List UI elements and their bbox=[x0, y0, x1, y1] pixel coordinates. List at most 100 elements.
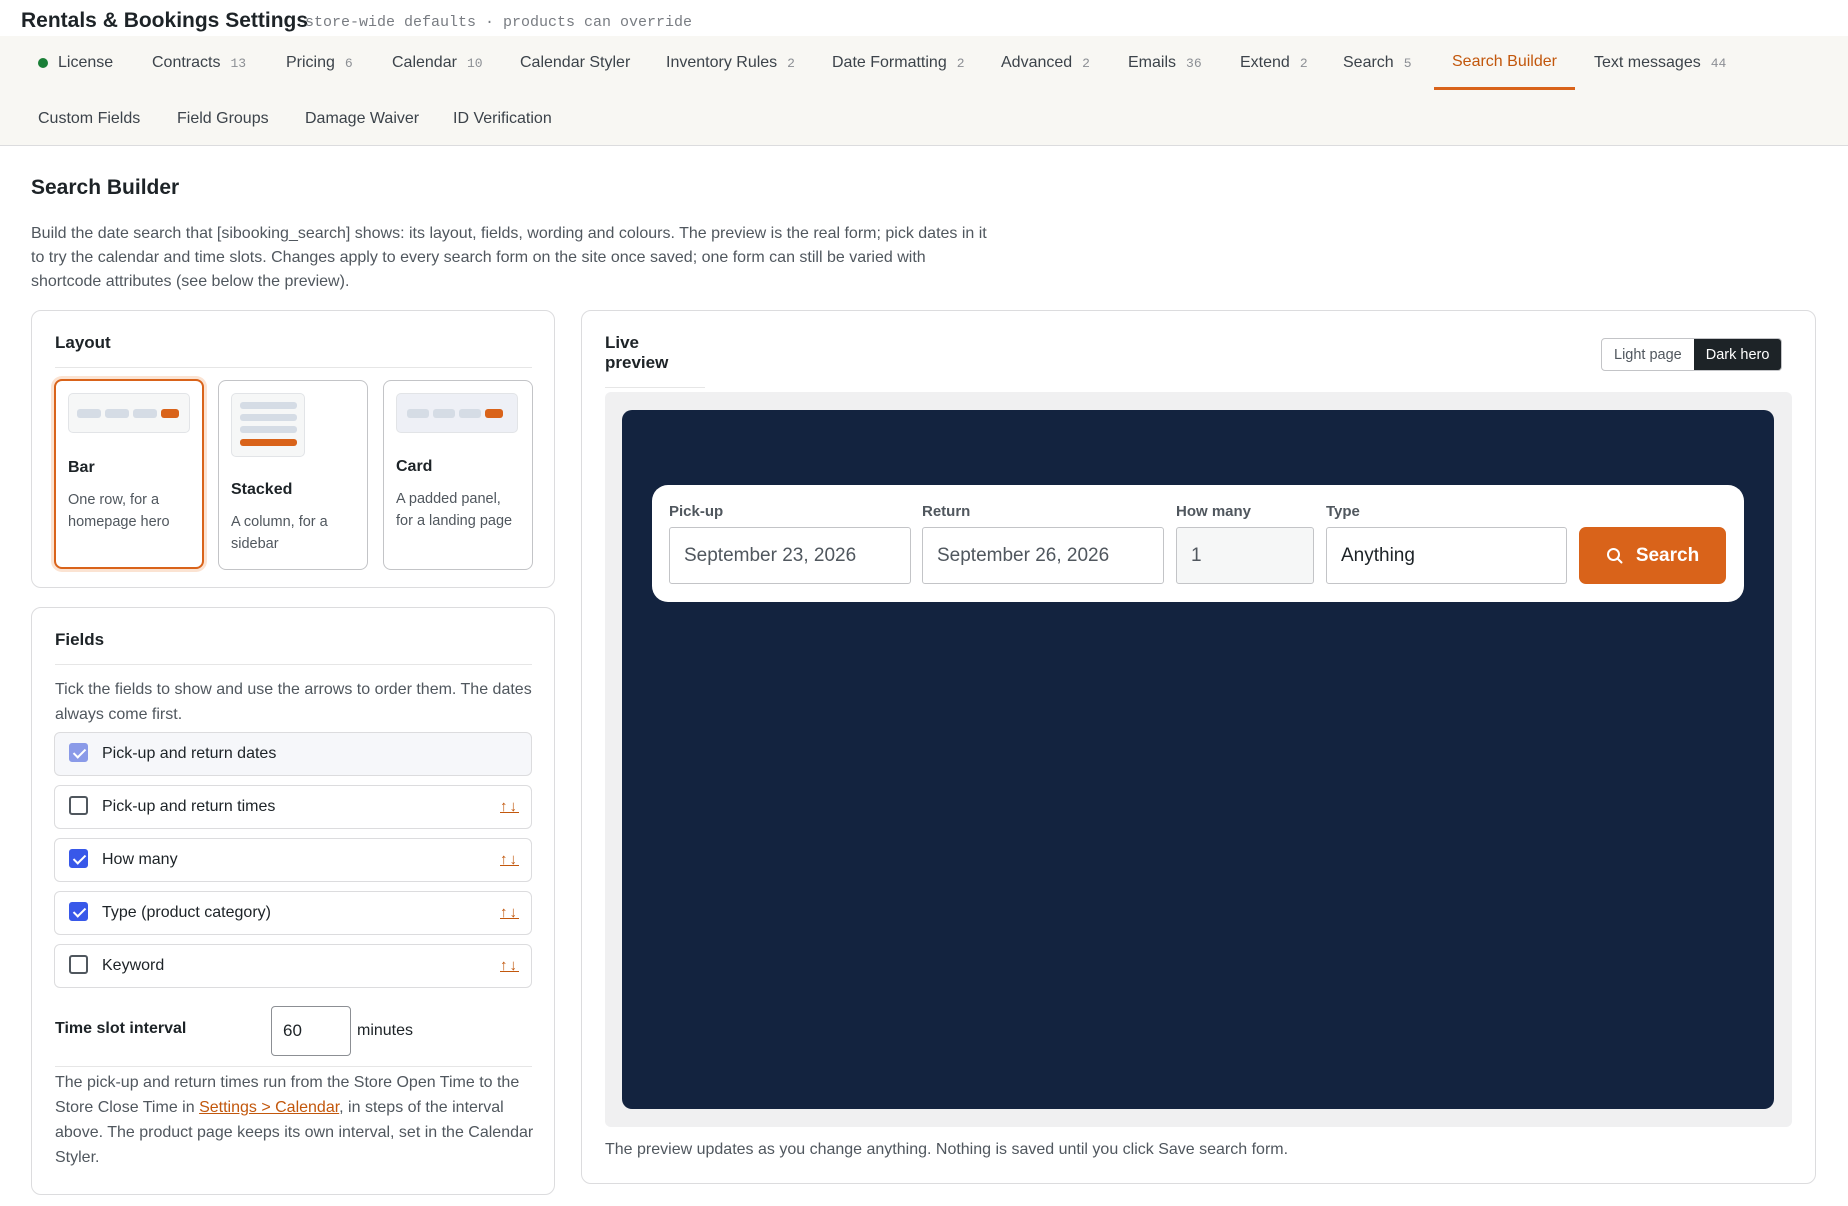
tab-label: Calendar bbox=[392, 54, 457, 71]
tab-count: 5 bbox=[1403, 55, 1412, 71]
layout-option-name: Card bbox=[396, 458, 433, 475]
page-description: Build the date search that [sibooking_se… bbox=[31, 225, 987, 290]
type-select[interactable]: Anything bbox=[1326, 527, 1567, 584]
tab-label: Text messages bbox=[1594, 54, 1701, 71]
tab-search-builder[interactable]: Search Builder bbox=[1434, 36, 1575, 90]
dark-hero-button[interactable]: Dark hero bbox=[1693, 339, 1782, 370]
tab-advanced[interactable]: Advanced 2 bbox=[983, 36, 1108, 90]
layout-option-name: Bar bbox=[68, 459, 95, 476]
tab-label: License bbox=[58, 54, 114, 71]
page-title: Search Builder bbox=[31, 176, 180, 199]
tab-count: 6 bbox=[344, 55, 353, 71]
layout-option-stacked[interactable]: Stacked A column, for a sidebar bbox=[218, 380, 368, 570]
tab-label: Field Groups bbox=[177, 110, 269, 127]
tab-label: Custom Fields bbox=[38, 110, 141, 127]
type-label: Type bbox=[1326, 503, 1360, 520]
search-icon bbox=[1606, 547, 1623, 563]
interval-help: The pick-up and return times run from th… bbox=[55, 1070, 535, 1170]
tab-damage-waiver[interactable]: Damage Waiver bbox=[287, 92, 437, 146]
tab-label: Inventory Rules bbox=[666, 54, 778, 71]
how-many-checkbox[interactable] bbox=[69, 849, 88, 868]
tab-count: 2 bbox=[1082, 55, 1090, 71]
bar-layout-thumbnail bbox=[68, 393, 190, 433]
app-subtitle: store-wide defaults · products can overr… bbox=[305, 14, 693, 31]
layout-panel-title: Layout bbox=[55, 333, 532, 368]
fields-help: Tick the fields to show and use the arro… bbox=[55, 681, 532, 723]
tab-count: 44 bbox=[1710, 55, 1727, 71]
card-layout-thumbnail bbox=[396, 393, 518, 433]
tab-label: Search Builder bbox=[1452, 52, 1557, 70]
interval-label: Time slot interval bbox=[55, 1020, 187, 1037]
return-date-input[interactable]: September 26, 2026 bbox=[922, 527, 1164, 584]
tab-calendar-styler[interactable]: Calendar Styler bbox=[502, 36, 648, 90]
tab-emails[interactable]: Emails 36 bbox=[1110, 36, 1220, 90]
tab-count: 10 bbox=[466, 55, 483, 71]
reorder-arrows[interactable]: ↑↓ bbox=[500, 957, 519, 974]
field-label: Pick-up and return times bbox=[102, 798, 276, 815]
field-label: How many bbox=[102, 851, 178, 868]
field-label: Pick-up and return dates bbox=[102, 745, 277, 762]
fields-panel-title: Fields bbox=[55, 630, 532, 665]
layout-option-bar[interactable]: Bar One row, for a homepage hero bbox=[54, 379, 204, 569]
tab-pricing[interactable]: Pricing 6 bbox=[268, 36, 371, 90]
preview-title: Live preview bbox=[605, 333, 705, 388]
tab-extend[interactable]: Extend 2 bbox=[1222, 36, 1326, 90]
tab-count: 2 bbox=[956, 55, 965, 71]
search-button[interactable]: Search bbox=[1579, 527, 1726, 584]
tab-custom-fields[interactable]: Custom Fields bbox=[20, 92, 158, 146]
tab-search[interactable]: Search 5 bbox=[1325, 36, 1430, 90]
tab-label: Pricing bbox=[286, 54, 335, 71]
settings-calendar-link[interactable]: Settings > Calendar bbox=[199, 1099, 339, 1116]
interval-unit: minutes bbox=[357, 1022, 414, 1039]
tab-count: 13 bbox=[230, 55, 247, 71]
light-page-button[interactable]: Light page bbox=[1602, 339, 1694, 370]
tab-date-formatting[interactable]: Date Formatting 2 bbox=[814, 36, 983, 90]
reorder-arrows[interactable]: ↑↓ bbox=[500, 904, 519, 921]
tab-count: 2 bbox=[1299, 55, 1308, 71]
tab-license[interactable]: License bbox=[20, 36, 131, 90]
tab-label: Emails bbox=[1128, 54, 1177, 71]
layout-option-desc: A padded panel, for a landing page bbox=[396, 491, 513, 529]
layout-option-card[interactable]: Card A padded panel, for a landing page bbox=[383, 380, 533, 570]
how-many-input[interactable]: 1 bbox=[1176, 527, 1314, 584]
license-status-dot bbox=[38, 58, 48, 68]
tab-count: 2 bbox=[787, 55, 795, 71]
tab-id-verification[interactable]: ID Verification bbox=[435, 92, 570, 146]
interval-input[interactable]: 60 bbox=[271, 1006, 351, 1056]
pickup-date-input[interactable]: September 23, 2026 bbox=[669, 527, 911, 584]
tab-label: Advanced bbox=[1001, 54, 1073, 71]
dates-checkbox bbox=[69, 743, 88, 762]
tab-text-messages[interactable]: Text messages 44 bbox=[1576, 36, 1744, 90]
app-title: Rentals & Bookings Settings bbox=[21, 9, 309, 32]
layout-option-name: Stacked bbox=[231, 481, 293, 498]
times-checkbox[interactable] bbox=[69, 796, 88, 815]
divider bbox=[55, 1066, 532, 1067]
settings-tabs: License Contracts 13 Pricing 6 Calendar … bbox=[0, 36, 1848, 146]
search-button-label: Search bbox=[1635, 544, 1700, 566]
stacked-layout-thumbnail bbox=[231, 393, 305, 457]
reorder-arrows[interactable]: ↑↓ bbox=[500, 798, 519, 815]
tab-contracts[interactable]: Contracts 13 bbox=[134, 36, 264, 90]
pickup-label: Pick-up bbox=[669, 503, 724, 520]
field-row-how-many: How many ↑↓ bbox=[54, 838, 532, 882]
tab-count: 36 bbox=[1186, 55, 1202, 71]
tab-inventory-rules[interactable]: Inventory Rules 2 bbox=[648, 36, 813, 90]
layout-option-desc: One row, for a homepage hero bbox=[68, 492, 170, 530]
return-label: Return bbox=[922, 503, 971, 520]
preview-bg-toggle: Light page Dark hero bbox=[1601, 338, 1783, 371]
tab-label: Contracts bbox=[152, 54, 221, 71]
field-label: Type (product category) bbox=[102, 904, 271, 921]
tab-label: Calendar Styler bbox=[520, 54, 631, 71]
type-checkbox[interactable] bbox=[69, 902, 88, 921]
settings-header: Rentals & Bookings Settings store-wide d… bbox=[0, 0, 1848, 36]
tab-calendar[interactable]: Calendar 10 bbox=[374, 36, 501, 90]
keyword-checkbox[interactable] bbox=[69, 955, 88, 974]
tab-field-groups[interactable]: Field Groups bbox=[159, 92, 287, 146]
field-row-times: Pick-up and return times ↑↓ bbox=[54, 785, 532, 829]
tab-label: Date Formatting bbox=[832, 54, 947, 71]
how-many-label: How many bbox=[1176, 503, 1252, 520]
reorder-arrows[interactable]: ↑↓ bbox=[500, 851, 519, 868]
layout-option-desc: A column, for a sidebar bbox=[231, 514, 328, 552]
tab-label: Damage Waiver bbox=[305, 110, 420, 127]
field-row-dates: Pick-up and return dates bbox=[54, 732, 532, 776]
